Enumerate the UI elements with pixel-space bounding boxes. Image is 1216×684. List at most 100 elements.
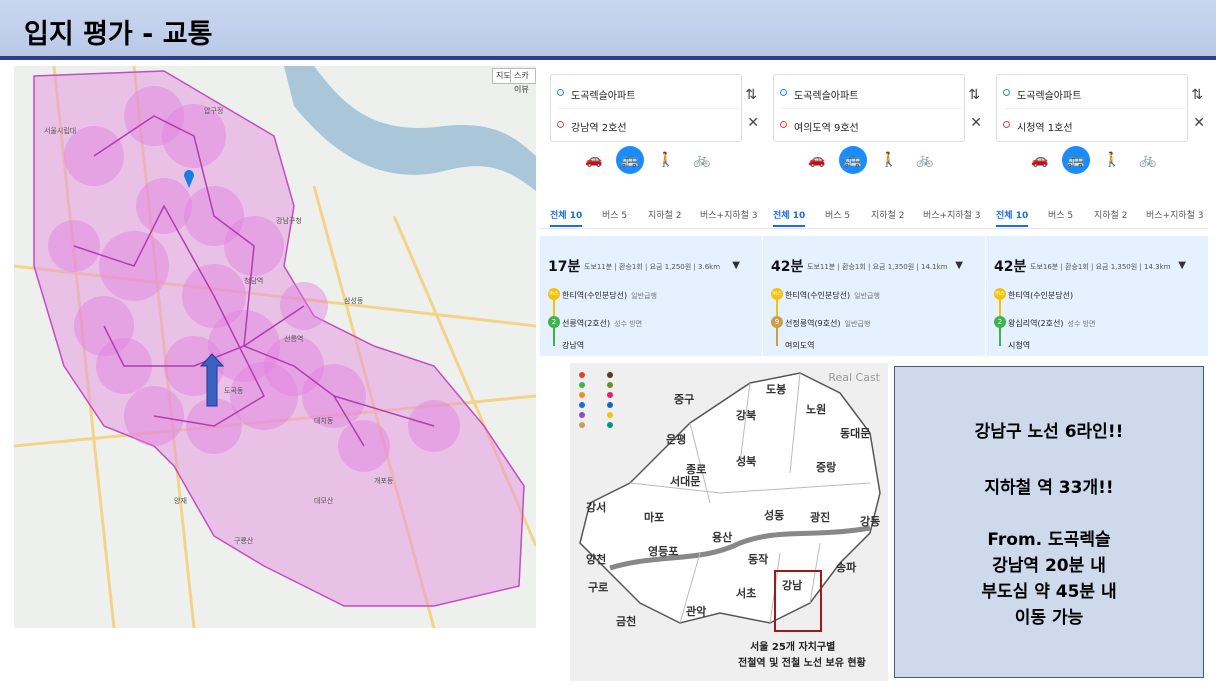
travel-time: 42분 <box>994 259 1027 275</box>
route-stop: 한티역(수인분당선) 일반급행 <box>562 291 657 300</box>
transport-modes: 🚗 🚌 🚶 🚲 <box>1026 146 1176 174</box>
clear-icon[interactable]: ✕ <box>1193 115 1205 131</box>
tab-bus[interactable]: 버스 5 <box>602 208 627 221</box>
clear-icon[interactable]: ✕ <box>970 115 982 131</box>
destination-input[interactable]: 여의도역 9호선 <box>780 119 859 134</box>
expand-icon[interactable]: ▼ <box>732 260 740 271</box>
route-tabs: 전체 10 버스 5 지하철 2 버스+지하철 3 <box>986 202 1208 229</box>
skyview-button[interactable]: 스카이뷰 <box>510 68 536 94</box>
legend-dots <box>579 372 613 428</box>
bus-badge: 버스 <box>994 288 1006 300</box>
tab-bus-subway[interactable]: 버스+지하철 3 <box>1146 208 1204 221</box>
route-meta: 도보16분 | 환승1회 | 요금 1,350원 | 14.3km <box>1030 263 1171 271</box>
car-icon[interactable]: 🚗 <box>1026 146 1054 174</box>
walk-icon[interactable]: 🚶 <box>875 146 903 174</box>
district-label: 중구 <box>674 393 695 406</box>
clear-icon[interactable]: ✕ <box>747 115 759 131</box>
destination-dot-icon <box>780 121 787 128</box>
tab-all[interactable]: 전체 10 <box>773 208 806 227</box>
district-label: 용산 <box>712 531 733 544</box>
map-label: 선릉역 <box>284 335 304 343</box>
swap-icon[interactable]: ⇅ <box>745 87 757 103</box>
swap-icon[interactable]: ⇅ <box>968 87 980 103</box>
map-label: 개포동 <box>374 477 394 485</box>
destination-text: 여의도역 9호선 <box>794 123 859 134</box>
tab-bus[interactable]: 버스 5 <box>825 208 850 221</box>
route-result[interactable]: 42분 도보16분 | 환승1회 | 요금 1,350원 | 14.3km ▼ … <box>986 236 1208 356</box>
tab-subway[interactable]: 지하철 2 <box>1094 208 1127 221</box>
transit-icon[interactable]: 🚌 <box>839 146 867 174</box>
origin-input[interactable]: 도곡렉슬아파트 <box>780 87 858 102</box>
line-badge: 9 <box>771 316 783 328</box>
destination-input[interactable]: 시청역 1호선 <box>1003 119 1073 134</box>
tab-bus[interactable]: 버스 5 <box>1048 208 1073 221</box>
destination-text: 시청역 1호선 <box>1017 123 1073 134</box>
line-badge: 2 <box>548 316 560 328</box>
origin-dot-icon <box>1003 89 1010 96</box>
travel-time: 17분 <box>548 259 581 275</box>
origin-input[interactable]: 도곡렉슬아파트 <box>1003 87 1082 102</box>
district-label: 관악 <box>686 605 707 618</box>
map-label: 양재 <box>174 497 187 505</box>
tab-bus-subway[interactable]: 버스+지하철 3 <box>700 208 758 221</box>
transit-icon[interactable]: 🚌 <box>616 146 644 174</box>
district-label: 성동 <box>764 509 785 522</box>
gangnam-highlight-box <box>774 570 822 632</box>
swap-icon[interactable]: ⇅ <box>1191 87 1203 103</box>
transport-modes: 🚗 🚌 🚶 🚲 <box>803 146 953 174</box>
line-badge: 2 <box>994 316 1006 328</box>
district-label: 동작 <box>748 553 769 566</box>
district-label: 서초 <box>736 587 757 600</box>
tab-all[interactable]: 전체 10 <box>550 208 583 227</box>
tab-subway[interactable]: 지하철 2 <box>648 208 681 221</box>
bus-badge: 버스 <box>548 288 560 300</box>
route-panel-yeouido: 도곡렉슬아파트 여의도역 9호선 ⇅ ✕ 🚗 🚌 🚶 🚲 전체 10 버스 5 … <box>763 66 985 356</box>
map-label: 도곡동 <box>224 387 244 395</box>
route-stop: 강남역 <box>562 341 585 350</box>
car-icon[interactable]: 🚗 <box>580 146 608 174</box>
map-label: 구룡산 <box>234 537 254 545</box>
expand-icon[interactable]: ▼ <box>1178 260 1186 271</box>
route-result[interactable]: 42분 도보11분 | 환승1회 | 요금 1,350원 | 14.1km ▼ … <box>763 236 985 356</box>
route-stop: 선정릉역(9호선) 일반급행 <box>785 319 871 328</box>
route-meta: 도보11분 | 환승1회 | 요금 1,250원 | 3.6km <box>584 263 721 271</box>
district-label: 도봉 <box>766 383 787 396</box>
district-label: 양천 <box>586 553 607 566</box>
district-label: 마포 <box>644 511 665 524</box>
infographic-caption-1: 서울 25개 자치구별 <box>750 642 836 653</box>
transit-icon[interactable]: 🚌 <box>1062 146 1090 174</box>
bike-icon[interactable]: 🚲 <box>911 146 939 174</box>
walk-icon[interactable]: 🚶 <box>1098 146 1126 174</box>
realcast-logo: Real Cast <box>828 371 880 384</box>
destination-input[interactable]: 강남역 2호선 <box>557 119 627 134</box>
route-stop: 시청역 <box>1008 341 1031 350</box>
tab-subway[interactable]: 지하철 2 <box>871 208 904 221</box>
route-inputs: 도곡렉슬아파트 강남역 2호선 ⇅ ✕ <box>550 74 759 142</box>
walk-icon[interactable]: 🚶 <box>652 146 680 174</box>
route-stop: 선릉역(2호선) 성수 방면 <box>562 319 643 328</box>
map-label: 청담역 <box>244 277 264 285</box>
origin-input[interactable]: 도곡렉슬아파트 <box>557 87 635 102</box>
route-panel-cityhall: 도곡렉슬아파트 시청역 1호선 ⇅ ✕ 🚗 🚌 🚶 🚲 전체 10 버스 5 지… <box>986 66 1208 356</box>
route-inputs: 도곡렉슬아파트 여의도역 9호선 ⇅ ✕ <box>773 74 982 142</box>
map-canvas <box>14 66 536 628</box>
car-icon[interactable]: 🚗 <box>803 146 831 174</box>
district-label: 강동 <box>860 515 881 528</box>
slide-title: 입지 평가 - 교통 <box>24 19 213 50</box>
summary-line: 이동 가능 <box>1014 608 1084 628</box>
infographic-caption-2: 전철역 및 전철 노선 보유 현황 <box>738 658 866 669</box>
bike-icon[interactable]: 🚲 <box>688 146 716 174</box>
bike-icon[interactable]: 🚲 <box>1134 146 1162 174</box>
destination-dot-icon <box>1003 121 1010 128</box>
transport-modes: 🚗 🚌 🚶 🚲 <box>580 146 730 174</box>
origin-text: 도곡렉슬아파트 <box>1017 91 1082 102</box>
tab-bus-subway[interactable]: 버스+지하철 3 <box>923 208 981 221</box>
expand-icon[interactable]: ▼ <box>955 260 963 271</box>
route-result[interactable]: 17분 도보11분 | 환승1회 | 요금 1,250원 | 3.6km ▼ 버… <box>540 236 762 356</box>
tab-all[interactable]: 전체 10 <box>996 208 1029 227</box>
route-meta: 도보11분 | 환승1회 | 요금 1,350원 | 14.1km <box>807 263 948 271</box>
district-label: 노원 <box>806 403 827 416</box>
summary-line: From. 도곡렉슬 <box>987 530 1111 550</box>
district-label: 금천 <box>616 615 637 628</box>
coverage-map[interactable]: 지도 스카이뷰 청담역 강남구청 삼성동 선릉역 대치동 개포동 도곡동 양재 … <box>14 66 536 628</box>
